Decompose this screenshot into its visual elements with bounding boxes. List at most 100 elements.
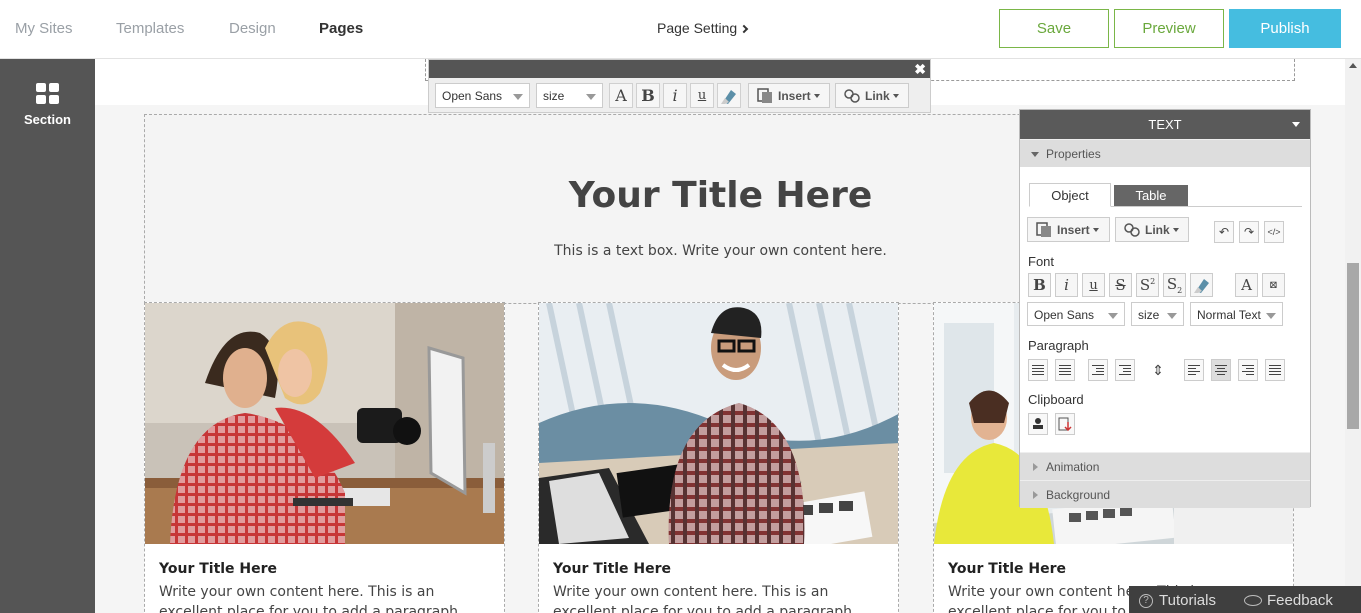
insert-label: Insert [778,88,811,103]
font-size-select[interactable]: size [536,83,603,108]
highlight-icon [721,89,736,104]
align-left-button[interactable] [1184,359,1204,381]
clear-format-button[interactable]: ⊠ [1262,273,1285,297]
highlight-icon [1193,279,1209,293]
outdent-icon [1092,364,1104,376]
insert-button[interactable]: Insert [748,83,830,108]
paste-button[interactable] [1028,413,1048,435]
panel-font-family-select[interactable]: Open Sans [1027,302,1125,326]
section-button[interactable]: Section [0,83,95,127]
properties-accordion[interactable]: Properties [1020,139,1310,167]
nav-my-sites[interactable]: My Sites [15,20,73,37]
animation-label: Animation [1046,460,1100,474]
subscript-icon: S2 [1166,275,1183,295]
undo-button[interactable]: ↶ [1214,221,1234,243]
stamp-icon [1033,418,1043,429]
card-3-title[interactable]: Your Title Here [948,561,1066,577]
align-center-button[interactable] [1211,359,1231,381]
tab-table[interactable]: Table [1114,185,1188,206]
panel-header[interactable]: TEXT [1020,110,1310,139]
preview-button[interactable]: Preview [1114,9,1224,48]
link-button[interactable]: Link [835,83,909,108]
card-1-text[interactable]: Write your own content here. This is an … [159,582,495,613]
chevron-down-icon[interactable] [1292,122,1300,127]
code-icon: </> [1267,227,1281,237]
save-button[interactable]: Save [999,9,1109,48]
align-left-icon [1188,364,1200,376]
page-scrollbar[interactable] [1345,59,1361,613]
font-color-button[interactable]: A [609,83,633,108]
bold-button[interactable]: B [636,83,660,108]
bullet-list-button[interactable] [1055,359,1075,381]
question-icon: ? [1139,593,1153,608]
strikethrough-button[interactable]: S [1109,273,1132,297]
font-color-icon: A [1241,276,1252,294]
superscript-button[interactable]: S2 [1136,273,1159,297]
line-height-button[interactable]: ⇕ [1148,359,1168,381]
panel-underline-button[interactable]: u [1082,273,1105,297]
redo-button[interactable]: ↷ [1239,221,1259,243]
tutorials-link[interactable]: ? Tutorials [1139,592,1216,609]
numbered-list-icon [1032,364,1044,376]
panel-italic-button[interactable]: i [1055,273,1078,297]
card-2-text[interactable]: Write your own content here. This is an … [553,582,889,613]
clipboard-section-label: Clipboard [1028,392,1084,407]
align-right-icon [1242,364,1254,376]
nav-templates[interactable]: Templates [116,20,184,37]
background-accordion[interactable]: Background [1020,480,1310,508]
card-2[interactable]: Your Title Here Write your own content h… [538,302,899,613]
text-format-toolbar: ✖ Open Sans size A B i u Insert Link [428,59,931,113]
justify-button[interactable] [1265,359,1285,381]
text-style-value: Normal Text [1197,308,1261,322]
animation-accordion[interactable]: Animation [1020,452,1310,480]
scroll-thumb[interactable] [1347,263,1359,429]
insert-icon [1036,221,1051,237]
panel-title: TEXT [1148,117,1182,132]
close-icon[interactable]: ✖ [914,61,926,77]
panel-bold-button[interactable]: B [1028,273,1051,297]
clear-format-icon: ⊠ [1269,279,1278,291]
outdent-button[interactable] [1088,359,1108,381]
align-right-button[interactable] [1238,359,1258,381]
font-family-select[interactable]: Open Sans [435,83,530,108]
tab-object[interactable]: Object [1029,183,1111,207]
page-setting-link[interactable]: Page Setting [657,20,749,36]
italic-button[interactable]: i [663,83,687,108]
insert-icon [757,87,772,103]
chevron-down-icon [1172,227,1179,232]
indent-button[interactable] [1115,359,1135,381]
card-image-designer[interactable] [539,303,898,544]
indent-icon [1119,364,1131,376]
panel-link-button[interactable]: Link [1115,217,1189,242]
panel-font-size-select[interactable]: size [1131,302,1184,326]
panel-insert-button[interactable]: Insert [1027,217,1110,242]
toolbar-drag-handle[interactable]: ✖ [429,60,930,78]
card-1-title[interactable]: Your Title Here [159,561,277,577]
nav-pages[interactable]: Pages [319,20,363,37]
subscript-button[interactable]: S2 [1163,273,1186,297]
top-nav: My Sites Templates Design Pages Page Set… [0,0,1361,59]
highlight-button[interactable] [717,83,741,108]
publish-button[interactable]: Publish [1229,9,1341,48]
numbered-list-button[interactable] [1028,359,1048,381]
undo-icon: ↶ [1218,225,1230,239]
text-style-select[interactable]: Normal Text [1190,302,1283,326]
dropdown-arrow-icon [1266,313,1276,319]
font-family-value: Open Sans [442,89,503,103]
strikethrough-icon: S [1115,276,1126,294]
feedback-link[interactable]: Feedback [1244,592,1333,609]
nav-design[interactable]: Design [229,20,276,37]
panel-highlight-button[interactable] [1190,273,1213,297]
source-code-button[interactable]: </> [1264,221,1284,243]
card-image-photographers[interactable] [145,303,504,544]
grid-icon [36,83,59,104]
paste-special-button[interactable] [1055,413,1075,435]
feedback-label: Feedback [1267,592,1333,609]
panel-font-color-button[interactable]: A [1235,273,1258,297]
card-2-title[interactable]: Your Title Here [553,561,671,577]
card-1[interactable]: Your Title Here Write your own content h… [144,302,505,613]
justify-icon [1269,364,1281,376]
left-sidebar: Section [0,59,95,613]
underline-button[interactable]: u [690,83,714,108]
scroll-up-arrow-icon[interactable] [1349,63,1357,68]
